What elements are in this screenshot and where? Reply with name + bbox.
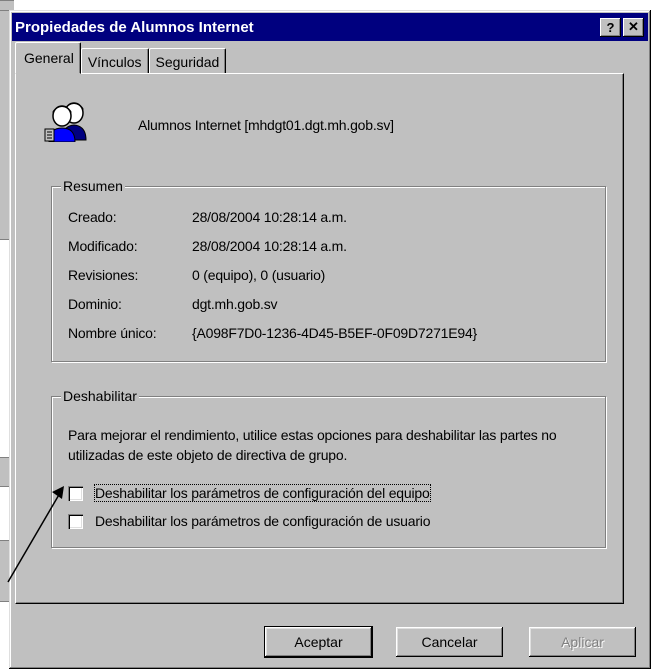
users-group-icon (44, 102, 87, 142)
unique-name-label: Nombre único: (68, 325, 157, 341)
apply-button[interactable]: Aplicar (529, 627, 636, 657)
unique-name-row: Nombre único: {A098F7D0-1236-4D45-B5EF-0F… (68, 325, 477, 341)
resumen-group: Resumen Creado: 28/08/2004 10:28:14 a.m. … (51, 178, 606, 362)
tab-label: Seguridad (155, 53, 220, 70)
disable-computer-checkbox[interactable] (68, 485, 83, 501)
revisions-row: Revisiones: 0 (equipo), 0 (usuario) (68, 267, 325, 283)
close-button[interactable]: ✕ (623, 17, 644, 37)
cancel-label: Cancelar (421, 634, 478, 650)
revisions-value: 0 (equipo), 0 (usuario) (192, 267, 326, 283)
tab-general[interactable]: General (15, 42, 81, 74)
modified-row: Modificado: 28/08/2004 10:28:14 a.m. (68, 238, 347, 254)
disable-user-checkbox[interactable] (68, 513, 83, 529)
resumen-legend: Resumen (61, 178, 125, 194)
help-icon: ? (606, 19, 615, 35)
cancel-button[interactable]: Cancelar (396, 627, 503, 657)
ok-button[interactable]: Aceptar (264, 626, 373, 658)
created-value: 28/08/2004 10:28:14 a.m. (192, 209, 347, 225)
gpo-name: Alumnos Internet [mhdgt01.dgt.mh.gob.sv] (138, 117, 394, 133)
window-title: Propiedades de Alumnos Internet (15, 18, 254, 36)
deshabilitar-description: Para mejorar el rendimiento, utilice est… (68, 427, 557, 463)
created-label: Creado: (68, 209, 117, 225)
domain-value: dgt.mh.gob.sv (192, 296, 278, 312)
title-bar[interactable]: Propiedades de Alumnos Internet ? ✕ (12, 13, 648, 41)
created-row: Creado: 28/08/2004 10:28:14 a.m. (68, 209, 347, 225)
tab-label: General (24, 50, 74, 66)
disable-user-label[interactable]: Deshabilitar los parámetros de configura… (95, 513, 431, 529)
tab-vinculos[interactable]: Vínculos (80, 48, 149, 74)
deshabilitar-group: Deshabilitar Para mejorar el rendimiento… (51, 388, 606, 548)
disable-user-option[interactable]: Deshabilitar los parámetros de configura… (68, 513, 431, 529)
domain-row: Dominio: dgt.mh.gob.sv (68, 296, 278, 312)
revisions-label: Revisiones: (68, 267, 139, 283)
apply-label: Aplicar (561, 634, 604, 650)
close-icon: ✕ (628, 19, 639, 34)
help-button[interactable]: ? (600, 17, 621, 37)
tab-label: Vínculos (87, 53, 142, 70)
disable-computer-option[interactable]: Deshabilitar los parámetros de configura… (68, 484, 431, 502)
modified-label: Modificado: (68, 238, 138, 254)
tab-strip: General Vínculos Seguridad (15, 42, 227, 74)
deshabilitar-legend: Deshabilitar (61, 388, 139, 404)
unique-name-value: {A098F7D0-1236-4D45-B5EF-0F09D7271E94} (192, 325, 478, 341)
disable-computer-label[interactable]: Deshabilitar los parámetros de configura… (94, 484, 431, 502)
domain-label: Dominio: (68, 296, 122, 312)
modified-value: 28/08/2004 10:28:14 a.m. (192, 238, 347, 254)
ok-label: Aceptar (294, 634, 343, 650)
tab-seguridad[interactable]: Seguridad (148, 48, 227, 74)
